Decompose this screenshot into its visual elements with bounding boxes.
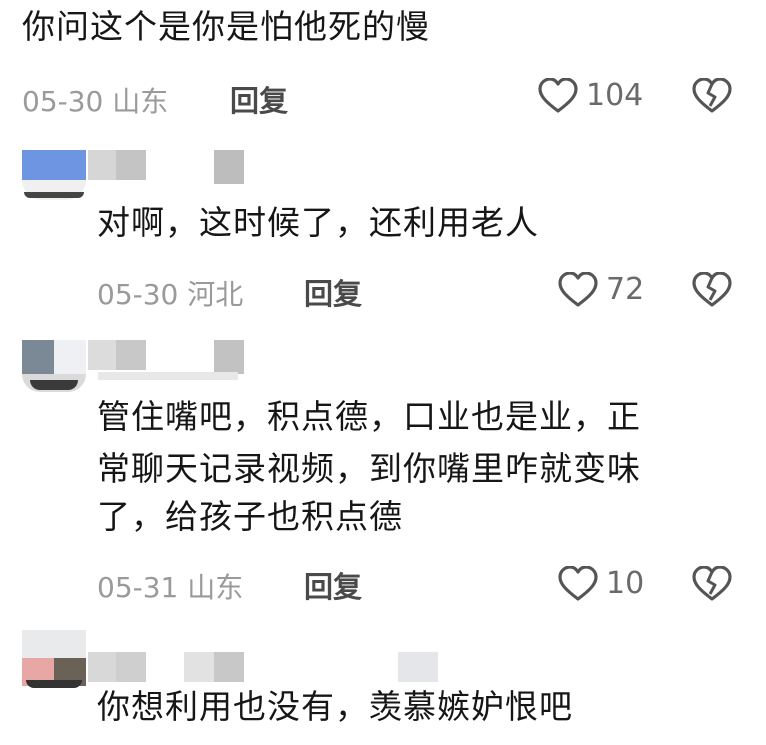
- comment-text-line: 管住嘴吧，积点德，口业也是业，正: [97, 397, 641, 436]
- comment-text: 你问这个是你是怕他死的慢: [22, 7, 430, 46]
- like-count: 10: [606, 566, 645, 601]
- comment-meta: 05-30 山东: [22, 80, 168, 120]
- broken-heart-icon[interactable]: [692, 78, 732, 114]
- heart-outline-icon[interactable]: [558, 566, 598, 602]
- comment-location: 山东: [187, 571, 244, 604]
- avatar[interactable]: [22, 630, 86, 688]
- heart-outline-icon[interactable]: [558, 272, 598, 308]
- broken-heart-icon[interactable]: [692, 272, 732, 308]
- comment-text: 对啊，这时候了，还利用老人: [97, 203, 539, 242]
- reply-button[interactable]: 回复: [304, 564, 362, 606]
- comment-date: 05-30: [97, 278, 179, 311]
- comment-text-line: 常聊天记录视频，到你嘴里咋就变味: [97, 449, 641, 488]
- reply-button[interactable]: 回复: [304, 271, 362, 313]
- username-blurred[interactable]: [88, 150, 248, 184]
- badge-blurred: [398, 652, 438, 682]
- comment-text-line: 了，给孩子也积点德: [97, 497, 403, 536]
- comment-meta: 05-30 河北: [97, 273, 243, 313]
- avatar[interactable]: [22, 150, 86, 200]
- username-blurred[interactable]: [88, 340, 248, 380]
- reply-button[interactable]: 回复: [230, 78, 288, 120]
- comment-text: 你想利用也没有，羡慕嫉妒恨吧: [97, 687, 573, 726]
- broken-heart-icon[interactable]: [692, 566, 732, 602]
- like-count: 104: [586, 78, 644, 113]
- like-count: 72: [606, 272, 645, 307]
- comment-meta: 05-31 山东: [97, 566, 243, 606]
- comment-date: 05-31: [97, 571, 179, 604]
- comment-location: 河北: [187, 278, 244, 311]
- comment-location: 山东: [112, 85, 169, 118]
- comment-date: 05-30: [22, 85, 104, 118]
- avatar[interactable]: [22, 340, 86, 392]
- heart-outline-icon[interactable]: [538, 78, 578, 114]
